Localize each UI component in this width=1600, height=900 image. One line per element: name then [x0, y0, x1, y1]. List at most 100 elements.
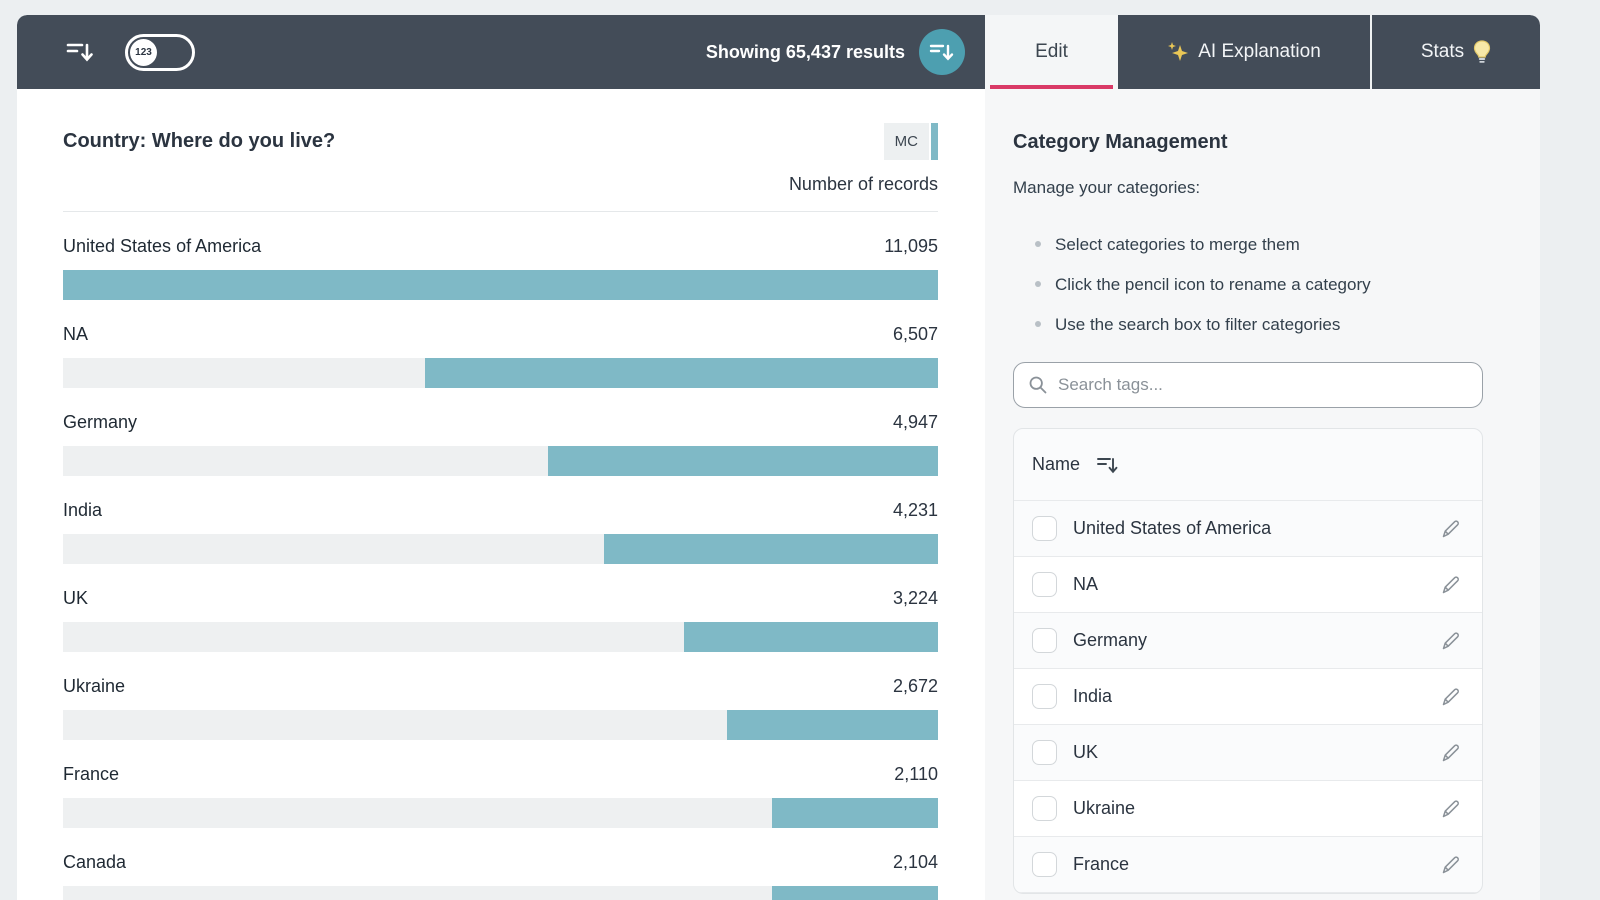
instructions-list: Select categories to merge them Click th… [1013, 234, 1492, 336]
bar-value: 4,231 [892, 500, 938, 520]
bar-value: 2,110 [894, 764, 938, 784]
chart-panel: Country: Where do you live? MC Number of… [17, 89, 985, 900]
tab-edit[interactable]: Edit [985, 15, 1118, 89]
edit-category-button[interactable] [1440, 686, 1462, 708]
category-name: United States of America [1073, 518, 1272, 538]
category-row[interactable]: UK [1014, 725, 1482, 781]
bar-head: India 4,231 [63, 500, 938, 526]
bar-value: 3,224 [892, 588, 938, 608]
tab-ai-explanation[interactable]: AI Explanation [1118, 15, 1370, 89]
edit-category-button[interactable] [1440, 574, 1462, 596]
bullet-dot [1035, 321, 1041, 327]
bar-head: NA 6,507 [63, 324, 938, 350]
bullet-dot [1035, 241, 1041, 247]
row-checkbox[interactable] [1032, 796, 1057, 821]
active-tab-underline [990, 85, 1113, 89]
bar-track [63, 270, 938, 300]
bar-category-label: France [63, 764, 120, 784]
bar-row: France 2,110 [63, 740, 938, 828]
question-title-row: Country: Where do you live? MC [63, 123, 938, 160]
bar-fill [683, 622, 938, 652]
bar-row: Germany 4,947 [63, 388, 938, 476]
panel-title: Category Management [1013, 131, 1228, 153]
bar-row: India 4,231 [63, 476, 938, 564]
search-box [1013, 362, 1483, 408]
category-row[interactable]: Germany [1014, 613, 1482, 669]
search-input[interactable] [1058, 375, 1468, 395]
bar-category-label: UK [63, 588, 89, 608]
category-row[interactable]: United States of America [1014, 501, 1482, 557]
toolbar-left: 123 Showing 65,437 results [17, 15, 985, 89]
category-name: Ukraine [1073, 798, 1136, 818]
bar-head: UK 3,224 [63, 588, 938, 614]
lightbulb-icon [1474, 40, 1491, 63]
value-axis-label: Number of records [788, 174, 938, 194]
bar-fill [63, 270, 938, 300]
sort-button[interactable] [919, 29, 965, 75]
category-name: UK [1073, 742, 1099, 762]
tab-bar: Edit AI Explanation Stats [985, 15, 1540, 89]
bar-value: 2,672 [892, 676, 938, 696]
bar-value: 4,947 [892, 412, 938, 432]
row-checkbox[interactable] [1032, 516, 1057, 541]
pencil-icon [1442, 632, 1459, 649]
instruction-item: Click the pencil icon to rename a catego… [1013, 274, 1492, 296]
question-type-badge: MC [883, 123, 938, 160]
row-checkbox[interactable] [1032, 628, 1057, 653]
bar-category-label: NA [63, 324, 89, 344]
row-checkbox[interactable] [1032, 740, 1057, 765]
category-row[interactable]: France [1014, 837, 1482, 893]
tab-stats[interactable]: Stats [1370, 15, 1540, 89]
question-type-label: MC [883, 123, 929, 160]
bar-row: NA 6,507 [63, 300, 938, 388]
app-window: 123 Showing 65,437 results Edit AI Expla… [17, 15, 1540, 900]
question-title: Country: Where do you live? [63, 130, 336, 152]
bar-head: France 2,110 [63, 764, 938, 790]
row-checkbox[interactable] [1032, 852, 1057, 877]
name-column-header: Name [1032, 454, 1081, 474]
pencil-icon [1442, 520, 1459, 537]
tab-stats-label: Stats [1420, 41, 1465, 62]
sort-icon[interactable] [63, 35, 97, 69]
bar-track [63, 358, 938, 388]
category-table-header: Name [1014, 429, 1482, 501]
pencil-icon [1442, 800, 1459, 817]
bar-category-label: Ukraine [63, 676, 126, 696]
sparkles-icon [1168, 42, 1189, 61]
bar-fill [604, 534, 938, 564]
edit-category-button[interactable] [1440, 630, 1462, 652]
bar-fill [771, 798, 938, 828]
bar-category-label: Germany [63, 412, 138, 432]
tab-ai-label: AI Explanation [1198, 41, 1321, 62]
edit-category-button[interactable] [1440, 854, 1462, 876]
toolbar: 123 Showing 65,437 results Edit AI Expla… [17, 15, 1540, 89]
edit-category-button[interactable] [1440, 518, 1462, 540]
tab-edit-label: Edit [1035, 41, 1068, 62]
badge-accent-stripe [931, 123, 938, 160]
row-checkbox[interactable] [1032, 572, 1057, 597]
category-rows: United States of America NA Germany Indi… [1014, 501, 1482, 893]
bar-track [63, 886, 938, 900]
instruction-text: Use the search box to filter categories [1055, 315, 1341, 334]
name-sort-icon[interactable] [1096, 454, 1120, 476]
numeric-toggle[interactable]: 123 [125, 33, 195, 71]
edit-category-button[interactable] [1440, 742, 1462, 764]
bar-fill [772, 886, 938, 900]
category-name: France [1073, 854, 1130, 874]
category-name: NA [1073, 574, 1099, 594]
bar-track [63, 710, 938, 740]
row-checkbox[interactable] [1032, 684, 1057, 709]
instruction-item: Use the search box to filter categories [1013, 314, 1492, 336]
bar-row: Ukraine 2,672 [63, 652, 938, 740]
instruction-text: Select categories to merge them [1055, 235, 1300, 254]
edit-category-button[interactable] [1440, 798, 1462, 820]
bar-head: Germany 4,947 [63, 412, 938, 438]
pencil-icon [1442, 856, 1459, 873]
category-row[interactable]: NA [1014, 557, 1482, 613]
bar-value: 6,507 [892, 324, 938, 344]
search-icon [1029, 376, 1047, 394]
category-row[interactable]: Ukraine [1014, 781, 1482, 837]
category-row[interactable]: India [1014, 669, 1482, 725]
bullet-dot [1035, 281, 1041, 287]
bar-row: United States of America 11,095 [63, 212, 938, 300]
